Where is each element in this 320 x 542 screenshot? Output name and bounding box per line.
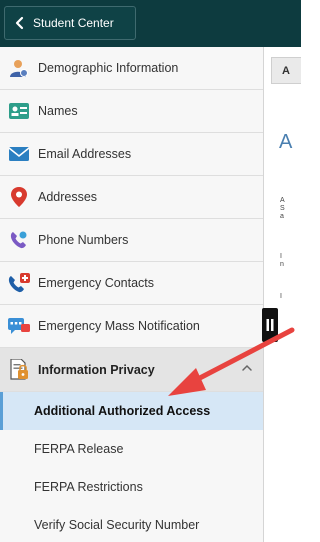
content-text-line: n — [280, 261, 284, 268]
pause-bars-icon — [266, 319, 274, 331]
privacy-document-icon — [8, 358, 30, 381]
sidebar-subitem-label: Additional Authorized Access — [34, 404, 211, 418]
sidebar-item-email-addresses[interactable]: Email Addresses — [0, 133, 263, 176]
sidebar-group-information-privacy[interactable]: Information Privacy — [0, 348, 263, 392]
collapse-sidebar-handle[interactable] — [262, 308, 278, 342]
sidebar-item-emergency-contacts[interactable]: Emergency Contacts — [0, 262, 263, 305]
chevron-up-icon[interactable] — [241, 362, 253, 374]
sidebar-item-label: Demographic Information — [38, 61, 179, 75]
name-card-icon — [8, 100, 30, 122]
sidebar-subitem-ferpa-restrictions[interactable]: FERPA Restrictions — [0, 468, 263, 506]
sidebar-item-names[interactable]: Names — [0, 90, 263, 133]
chevron-left-icon — [15, 16, 24, 30]
page-title: A — [279, 131, 293, 153]
content-text-line: S — [280, 205, 285, 212]
sidebar-subitem-label: Verify Social Security Number — [34, 518, 200, 532]
student-center-back-button[interactable]: Student Center — [4, 6, 136, 40]
back-button-label: Student Center — [33, 16, 114, 30]
sidebar-group-label: Information Privacy — [38, 362, 155, 377]
sidebar-item-label: Emergency Mass Notification — [38, 319, 200, 333]
chat-notification-icon — [8, 315, 30, 337]
sidebar-item-label: Phone Numbers — [38, 233, 129, 247]
main-content-panel: A A A S a I n I — [265, 47, 301, 542]
sidebar-item-emergency-mass-notification[interactable]: Emergency Mass Notification — [0, 305, 263, 348]
content-tab[interactable]: A — [271, 57, 301, 84]
envelope-icon — [8, 143, 30, 165]
sidebar-subitem-label: FERPA Release — [34, 442, 124, 456]
sidebar-nav: Demographic Information Names Email Addr… — [0, 47, 264, 542]
sidebar-item-demographic-information[interactable]: Demographic Information — [0, 47, 263, 90]
content-tab-label: A — [282, 65, 290, 77]
sidebar-item-addresses[interactable]: Addresses — [0, 176, 263, 219]
emergency-phone-icon — [8, 272, 30, 294]
sidebar-item-label: Emergency Contacts — [38, 276, 155, 290]
content-text-line: I — [280, 253, 282, 260]
sidebar-item-phone-numbers[interactable]: Phone Numbers — [0, 219, 263, 262]
person-icon — [8, 57, 30, 79]
sidebar-item-label: Names — [38, 104, 78, 118]
sidebar-subitem-verify-social-security-number[interactable]: Verify Social Security Number — [0, 506, 263, 542]
sidebar-subitem-additional-authorized-access[interactable]: Additional Authorized Access — [0, 392, 263, 430]
phone-icon — [8, 229, 30, 251]
content-text-line: a — [280, 213, 284, 220]
sidebar-subitem-label: FERPA Restrictions — [34, 480, 143, 494]
top-banner: Student Center — [0, 0, 301, 47]
sidebar-item-label: Addresses — [38, 190, 98, 204]
sidebar-item-label: Email Addresses — [38, 147, 132, 161]
map-pin-icon — [8, 186, 30, 208]
content-text-line: I — [280, 293, 282, 300]
content-text-line: A — [280, 197, 285, 204]
sidebar-subitem-ferpa-release[interactable]: FERPA Release — [0, 430, 263, 468]
